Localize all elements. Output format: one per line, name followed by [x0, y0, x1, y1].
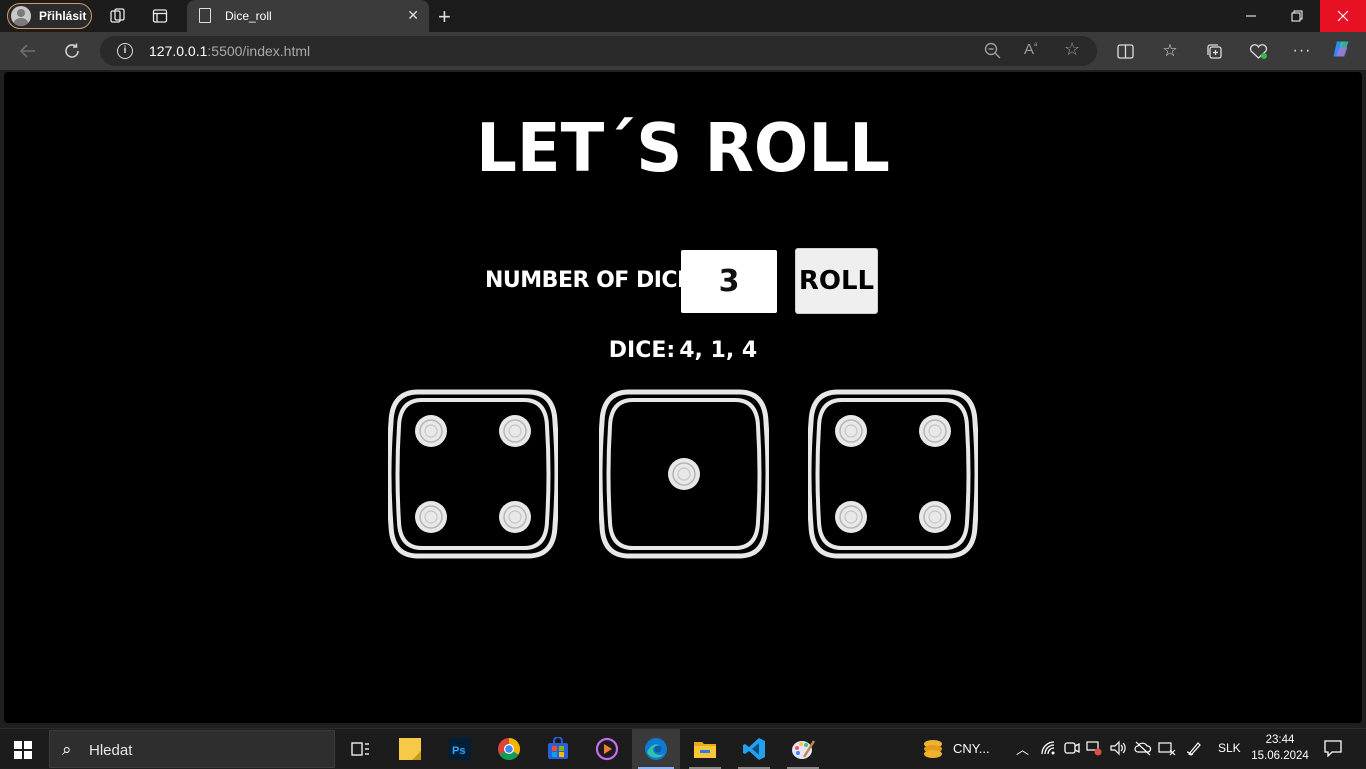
taskbar-search[interactable]: ⌕ Hledat: [49, 730, 335, 768]
browser-title-bar: Přihlásit Dice_roll ✕ +: [0, 0, 1366, 32]
profile-button[interactable]: Přihlásit: [7, 3, 92, 29]
dice-controls: NUMBER OF DICE ROLL: [4, 248, 1362, 314]
die-1: [386, 388, 560, 560]
page-viewport: LET´S ROLL NUMBER OF DICE ROLL DICE:4, 1…: [4, 72, 1362, 723]
number-of-dice-input[interactable]: [681, 250, 777, 313]
media-player-app-icon[interactable]: [583, 729, 631, 769]
tab-close-icon[interactable]: ✕: [407, 7, 419, 24]
system-clock[interactable]: 23:44 15.06.2024: [1248, 732, 1312, 764]
clock-date: 15.06.2024: [1251, 750, 1309, 762]
tab-dice-roll[interactable]: Dice_roll ✕: [187, 0, 429, 32]
tab-actions-icon[interactable]: [150, 6, 170, 26]
vscode-app-icon[interactable]: [730, 729, 778, 769]
url-text[interactable]: 127.0.0.1:5500/index.html: [149, 43, 310, 59]
photoshop-app-icon[interactable]: Ps: [436, 729, 484, 769]
avatar-icon: [11, 6, 31, 26]
address-bar[interactable]: i 127.0.0.1:5500/index.html Aᵃ ☆: [100, 36, 1097, 66]
url-host: 127.0.0.1: [149, 43, 208, 59]
collections-icon[interactable]: [1204, 41, 1224, 61]
back-button[interactable]: [16, 40, 40, 62]
store-app-icon[interactable]: [534, 729, 582, 769]
search-placeholder: Hledat: [89, 742, 133, 759]
page-title: LET´S ROLL: [476, 110, 890, 188]
number-of-dice-label: NUMBER OF DICE: [485, 268, 692, 293]
copilot-icon[interactable]: [1331, 39, 1351, 59]
tab-title: Dice_roll: [225, 9, 272, 23]
die-pip: [919, 501, 951, 533]
die-pip: [668, 458, 700, 490]
site-info-icon[interactable]: i: [117, 43, 133, 59]
favorites-icon[interactable]: ☆: [1160, 41, 1180, 61]
workspaces-icon[interactable]: [108, 6, 128, 26]
chevron-up-icon[interactable]: ︿: [1016, 739, 1029, 758]
clock-time: 23:44: [1265, 734, 1295, 746]
onedrive-offline-icon[interactable]: [1134, 740, 1152, 759]
restore-button[interactable]: [1274, 0, 1320, 32]
die-pip: [415, 415, 447, 447]
notifications-icon[interactable]: [1324, 739, 1342, 760]
task-view-button[interactable]: [336, 729, 384, 769]
start-button[interactable]: [14, 741, 32, 759]
language-indicator[interactable]: SLK: [1218, 741, 1241, 755]
die-face-1: [386, 389, 560, 559]
search-icon: ⌕: [62, 740, 72, 759]
profile-label: Přihlásit: [39, 9, 87, 23]
read-aloud-icon[interactable]: Aᵃ: [1024, 40, 1037, 58]
windows-taskbar: ⌕ Hledat Ps CNY... ︿ SLK 23:44 15.06.202…: [0, 728, 1366, 769]
paint-app-icon[interactable]: [779, 729, 827, 769]
close-window-button[interactable]: [1320, 0, 1366, 32]
sticky-notes-app-icon[interactable]: [386, 729, 434, 769]
pen-icon[interactable]: [1186, 740, 1202, 759]
volume-icon[interactable]: [1110, 740, 1128, 759]
url-path: :5500/index.html: [207, 43, 311, 59]
browser-toolbar: i 127.0.0.1:5500/index.html Aᵃ ☆ ☆ ···: [0, 32, 1366, 70]
die-face-3: [806, 389, 980, 559]
die-pip: [835, 415, 867, 447]
svg-text:Ps: Ps: [452, 745, 465, 757]
dice-result-prefix: DICE:: [608, 338, 676, 363]
die-outline: [386, 389, 560, 559]
die-face-2: [597, 389, 771, 559]
page-icon: [199, 8, 211, 23]
dice-result: DICE: 4, 1, 4: [4, 338, 1362, 363]
die-2: [597, 388, 771, 560]
zoom-out-icon[interactable]: [984, 42, 1001, 63]
browser-essentials-icon[interactable]: [1248, 41, 1268, 61]
die-pip: [499, 501, 531, 533]
new-tab-button[interactable]: +: [438, 4, 451, 30]
refresh-button[interactable]: [60, 40, 84, 62]
dice-row: [4, 388, 1362, 564]
camera-icon[interactable]: [1064, 740, 1080, 759]
die-outline: [806, 389, 980, 559]
die-3: [806, 388, 980, 560]
currency-widget-icon[interactable]: [921, 737, 945, 764]
network-disconnected-icon[interactable]: [1158, 740, 1176, 759]
edge-app-icon[interactable]: [632, 729, 680, 769]
minimize-button[interactable]: [1228, 0, 1274, 32]
die-pip: [415, 501, 447, 533]
die-pip: [499, 415, 531, 447]
more-options-icon[interactable]: ···: [1292, 41, 1312, 61]
file-explorer-app-icon[interactable]: [681, 729, 729, 769]
dice-result-values: 4, 1, 4: [679, 338, 758, 363]
roll-button[interactable]: ROLL: [795, 248, 878, 314]
wifi-icon[interactable]: [1040, 740, 1056, 759]
defender-icon[interactable]: [1086, 740, 1102, 759]
die-pip: [919, 415, 951, 447]
split-screen-icon[interactable]: [1115, 41, 1135, 61]
chrome-app-icon[interactable]: [485, 729, 533, 769]
die-pip: [835, 501, 867, 533]
currency-widget-label[interactable]: CNY...: [953, 741, 990, 756]
favorite-star-icon[interactable]: ☆: [1064, 39, 1080, 60]
